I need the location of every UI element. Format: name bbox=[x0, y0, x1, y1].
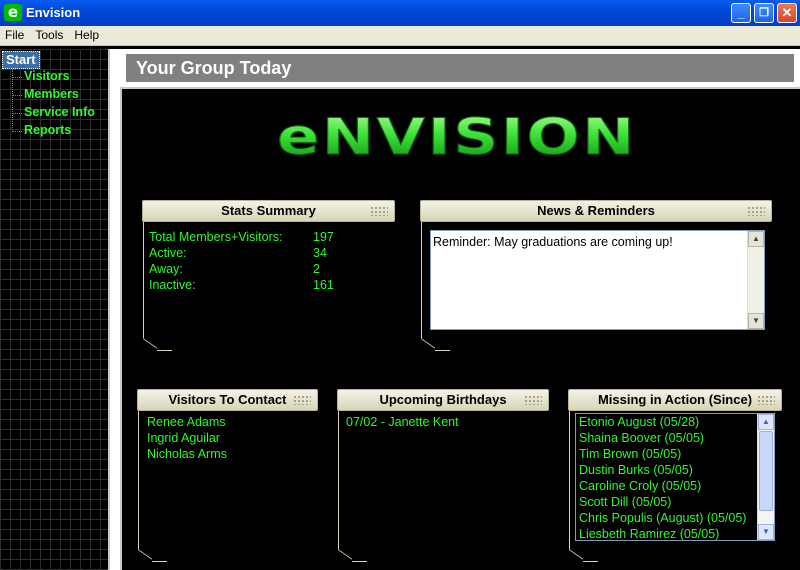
minimize-button[interactable]: _ bbox=[731, 3, 751, 23]
visitors-panel-title: Visitors To Contact bbox=[168, 392, 287, 407]
sidebar-item-reports[interactable]: Reports bbox=[24, 123, 71, 137]
sidebar-item-members[interactable]: Members bbox=[24, 87, 79, 101]
sidebar-item-visitors[interactable]: Visitors bbox=[24, 69, 70, 83]
title-bar: e Envision _ ❐ ✕ bbox=[0, 0, 800, 26]
menu-help[interactable]: Help bbox=[68, 26, 104, 42]
news-text: Reminder: May graduations are coming up! bbox=[433, 235, 673, 249]
panel-bracket bbox=[338, 411, 339, 549]
news-panel-title: News & Reminders bbox=[537, 203, 655, 218]
mia-item[interactable]: Scott Dill (05/05) bbox=[579, 495, 671, 509]
panel-bracket bbox=[421, 222, 422, 338]
birthday-item[interactable]: 07/02 - Janette Kent bbox=[346, 415, 459, 429]
sidebar-splitter[interactable] bbox=[110, 49, 120, 570]
page-title: Your Group Today bbox=[126, 54, 794, 82]
stats-panel-title: Stats Summary bbox=[221, 203, 316, 218]
tree-branch bbox=[12, 95, 22, 96]
menu-file[interactable]: File bbox=[0, 26, 29, 42]
grip-icon bbox=[747, 206, 765, 216]
visitors-panel-header: Visitors To Contact bbox=[137, 389, 318, 411]
mia-item[interactable]: Tim Brown (05/05) bbox=[579, 447, 681, 461]
sidebar-item-start[interactable]: Start bbox=[2, 51, 40, 69]
mia-item[interactable]: Liesbeth Ramirez (05/05) bbox=[579, 527, 719, 540]
mia-item[interactable]: Dustin Burks (05/05) bbox=[579, 463, 693, 477]
stat-value-total: 197 bbox=[313, 230, 334, 244]
tree-branch bbox=[12, 77, 22, 78]
stat-label-inactive: Inactive: bbox=[149, 278, 196, 292]
menu-tools[interactable]: Tools bbox=[29, 26, 68, 42]
visitor-item[interactable]: Nicholas Arms bbox=[147, 447, 227, 461]
mia-panel-header: Missing in Action (Since) bbox=[568, 389, 782, 411]
stat-value-away: 2 bbox=[313, 262, 320, 276]
visitor-item[interactable]: Renee Adams bbox=[147, 415, 226, 429]
panel-bracket bbox=[138, 411, 139, 549]
stats-panel-header: Stats Summary bbox=[142, 200, 395, 222]
panel-bracket-foot bbox=[435, 350, 450, 351]
birthdays-panel-title: Upcoming Birthdays bbox=[379, 392, 507, 407]
grip-icon bbox=[524, 395, 542, 405]
stat-label-active: Active: bbox=[149, 246, 187, 260]
scroll-down-icon[interactable]: ▼ bbox=[748, 313, 764, 329]
menu-bar: File Tools Help bbox=[0, 26, 800, 46]
panel-bracket-foot bbox=[152, 561, 167, 562]
news-textarea[interactable]: Reminder: May graduations are coming up!… bbox=[430, 230, 765, 330]
tree-branch bbox=[12, 131, 22, 132]
mia-list[interactable]: Etonio August (05/28) Shaina Boover (05/… bbox=[575, 413, 775, 541]
stat-label-away: Away: bbox=[149, 262, 183, 276]
mia-item[interactable]: Caroline Croly (05/05) bbox=[579, 479, 701, 493]
scroll-up-icon[interactable]: ▲ bbox=[758, 414, 774, 430]
birthdays-panel-header: Upcoming Birthdays bbox=[337, 389, 549, 411]
envision-logo: eNVISION bbox=[277, 110, 637, 165]
stat-value-inactive: 161 bbox=[313, 278, 334, 292]
scroll-down-icon[interactable]: ▼ bbox=[758, 524, 774, 540]
mia-item[interactable]: Etonio August (05/28) bbox=[579, 415, 699, 429]
grip-icon bbox=[757, 395, 775, 405]
stat-value-active: 34 bbox=[313, 246, 327, 260]
logo-text: eNVISION bbox=[277, 110, 637, 165]
news-scrollbar[interactable]: ▲ ▼ bbox=[747, 231, 764, 329]
panel-bracket-foot bbox=[352, 561, 367, 562]
grip-icon bbox=[370, 206, 388, 216]
sidebar-nav: Start Visitors Members Service Info Repo… bbox=[0, 49, 110, 570]
mia-item[interactable]: Shaina Boover (05/05) bbox=[579, 431, 704, 445]
mia-scrollbar[interactable]: ▲ ▼ bbox=[757, 414, 774, 540]
window-title: Envision bbox=[26, 5, 81, 20]
scroll-up-icon[interactable]: ▲ bbox=[748, 231, 764, 247]
close-button[interactable]: ✕ bbox=[777, 3, 797, 23]
grip-icon bbox=[293, 395, 311, 405]
maximize-button[interactable]: ❐ bbox=[754, 3, 774, 23]
mia-item[interactable]: Chris Populis (August) (05/05) bbox=[579, 511, 746, 525]
panel-bracket bbox=[143, 222, 144, 338]
tree-branch bbox=[12, 113, 22, 114]
panel-bracket-foot bbox=[583, 561, 598, 562]
visitor-item[interactable]: Ingrid Aguilar bbox=[147, 431, 220, 445]
page-header: Your Group Today bbox=[120, 49, 800, 87]
news-panel-header: News & Reminders bbox=[420, 200, 772, 222]
mia-panel-title: Missing in Action (Since) bbox=[597, 392, 753, 407]
app-icon: e bbox=[4, 4, 22, 21]
panel-bracket-foot bbox=[157, 350, 172, 351]
stat-label-total: Total Members+Visitors: bbox=[149, 230, 283, 244]
sidebar-item-service-info[interactable]: Service Info bbox=[24, 105, 95, 119]
scroll-thumb[interactable] bbox=[759, 431, 773, 511]
panel-bracket bbox=[569, 411, 570, 549]
